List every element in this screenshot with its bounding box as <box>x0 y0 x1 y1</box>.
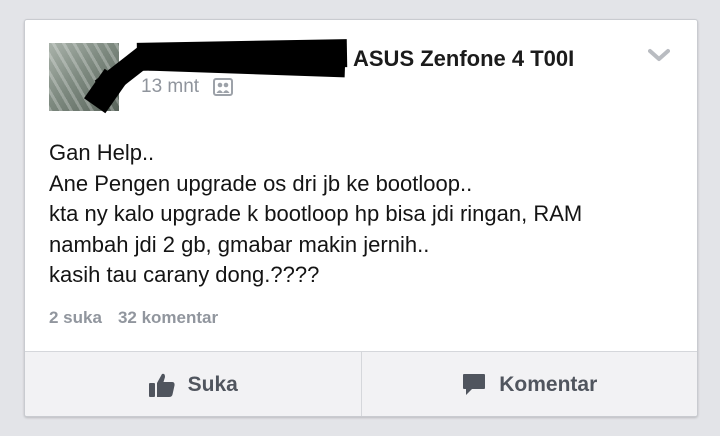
comment-button-label: Komentar <box>499 372 598 396</box>
friends-icon[interactable] <box>213 78 234 96</box>
post-text-line: kta ny kalo upgrade k bootloop hp bisa j… <box>49 201 583 226</box>
comment-bubble-icon <box>463 373 486 395</box>
comments-count[interactable]: 32 komentar <box>118 308 218 328</box>
post-text-line: kasih tau carany dong.???? <box>49 262 320 287</box>
post-timestamp[interactable]: 13 mnt <box>141 76 199 98</box>
author-device-label[interactable]: ASUS Zenfone 4 T00I <box>353 46 574 72</box>
like-button-label: Suka <box>187 372 238 396</box>
chevron-down-icon[interactable] <box>648 48 670 62</box>
post-body: Gan Help.. Ane Pengen upgrade os dri jb … <box>49 138 679 291</box>
comment-button[interactable]: Komentar <box>360 352 698 416</box>
likes-count[interactable]: 2 suka <box>49 308 102 328</box>
post-text-line: Ane Pengen upgrade os dri jb ke bootloop… <box>49 170 473 196</box>
thumbs-up-icon <box>148 373 175 397</box>
post-text-line: Gan Help.. <box>49 140 155 165</box>
post-text-line: nambah jdi 2 gb, gmabar makin jernih.. <box>49 231 430 257</box>
post-card: ASUS Zenfone 4 T00I 13 mnt Gan Help.. An… <box>24 19 698 417</box>
action-bar: Suka Komentar <box>25 351 698 416</box>
like-button[interactable]: Suka <box>25 352 361 416</box>
post-stats: 2 suka 32 komentar <box>49 308 218 328</box>
post-meta: 13 mnt <box>141 75 234 99</box>
